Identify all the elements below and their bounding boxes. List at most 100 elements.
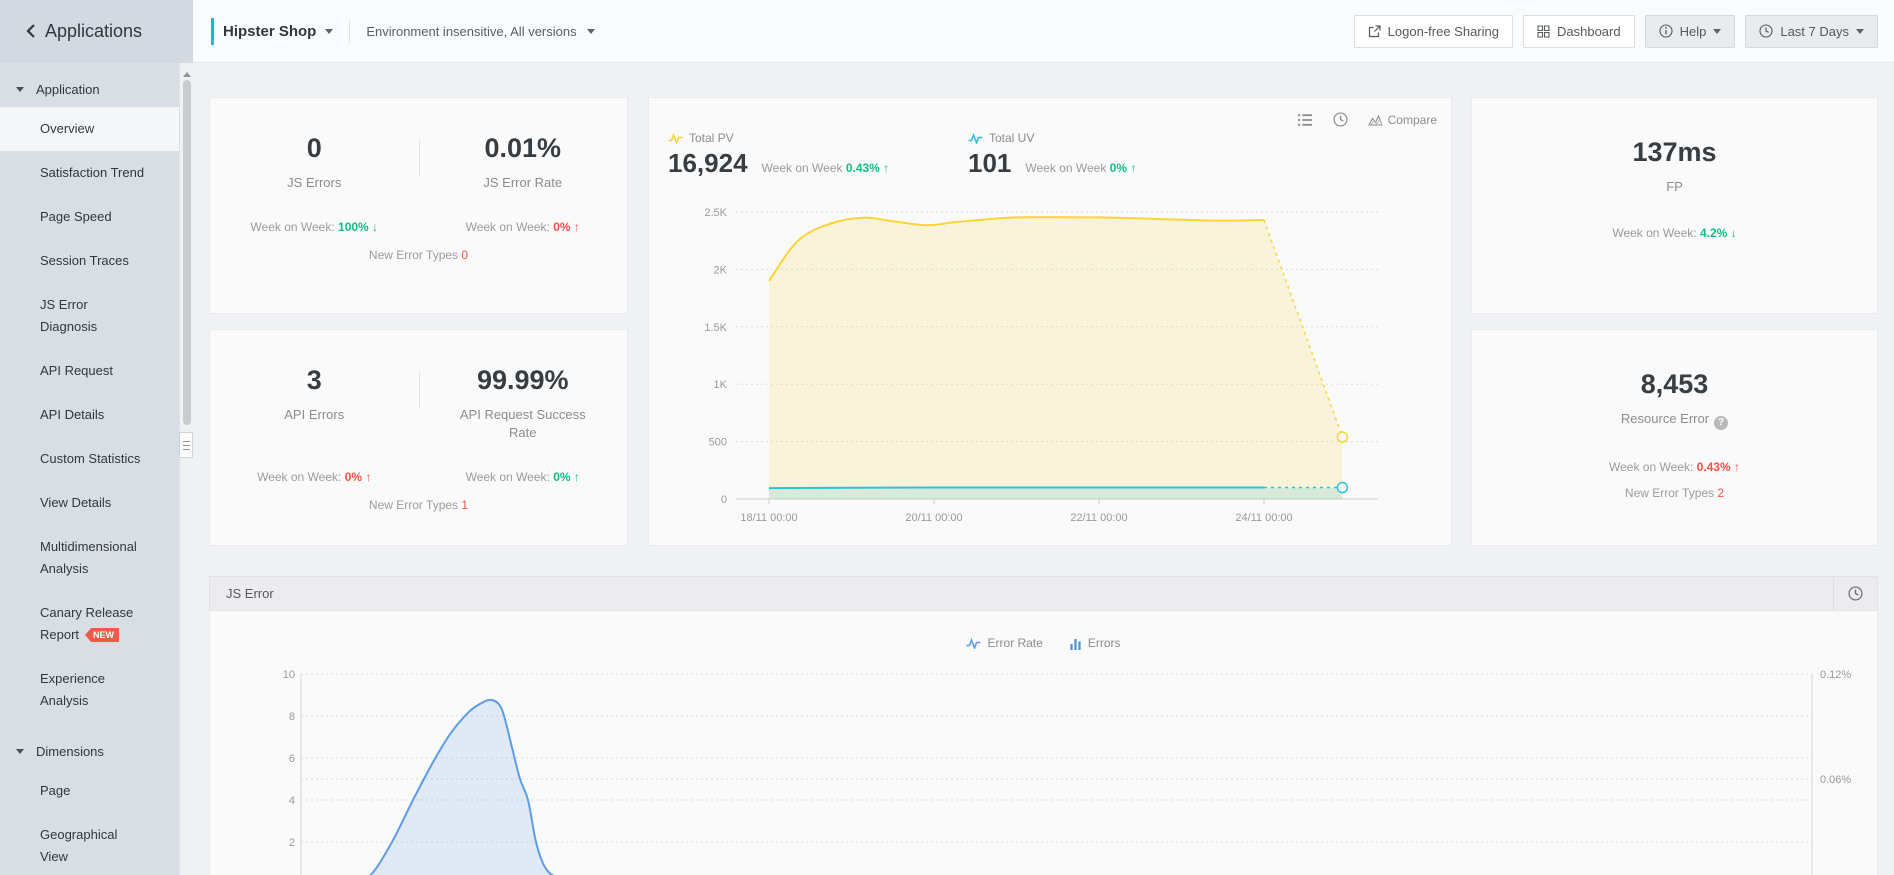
svg-text:2: 2 (289, 837, 295, 849)
scroll-up-arrow-icon[interactable] (182, 68, 191, 77)
total-pv-wow: Week on Week 0.43% ↑ (761, 161, 890, 175)
environment-select[interactable]: Environment insensitive, All versions (366, 23, 595, 39)
svg-text:4: 4 (289, 795, 295, 807)
sidebar-item-view-details[interactable]: View Details (0, 481, 179, 525)
environment-label: Environment insensitive, All versions (366, 23, 577, 39)
api-errors-card: 3 API Errors 99.99% API Request Success … (209, 329, 628, 546)
sidebar-item-geographical-view[interactable]: Geographical View (0, 813, 179, 875)
resource-error-wow: Week on Week: 0.43% ↑ (1609, 460, 1740, 474)
api-errors-wow: Week on Week: 0% ↑ (257, 470, 372, 484)
help-button[interactable]: Help (1644, 14, 1736, 48)
caret-down-icon (16, 87, 24, 96)
api-errors-label: API Errors (284, 407, 345, 422)
js-error-chart[interactable]: 10 8 6 4 2 0.12% 0.06% (210, 611, 1877, 875)
app-switcher[interactable]: Hipster Shop (223, 22, 334, 40)
uv-trend-icon (968, 132, 983, 144)
total-pv-value: 16,924 (668, 148, 748, 178)
dashboard-icon (1537, 24, 1550, 38)
svg-text:10: 10 (283, 669, 295, 681)
main-content: 0 JS Errors 0.01% JS Error Rate Week on … (193, 63, 1894, 875)
divider (418, 372, 420, 408)
total-uv-label: Total UV (989, 131, 1035, 145)
scrollbar-thumb[interactable] (183, 80, 191, 425)
sidebar-group-application[interactable]: Application (0, 71, 179, 107)
js-error-rate-wow: Week on Week: 0% ↑ (465, 220, 580, 234)
sidebar: Application Overview Satisfaction Trend Pag… (0, 63, 179, 875)
chart-legend: Error Rate Errors (210, 636, 1877, 650)
back-nav[interactable]: Applications (0, 0, 193, 63)
total-pv-stat: Total PV 16,924 Week on Week 0.43% ↑ (668, 131, 889, 179)
svg-text:22/11 00:00: 22/11 00:00 (1070, 512, 1127, 524)
sidebar-item-js-error-diagnosis[interactable]: JS Error Diagnosis (0, 283, 179, 349)
sidebar-item-overview[interactable]: Overview (0, 107, 179, 151)
app-root: Applications Hipster Shop Environment in… (0, 0, 1894, 875)
svg-text:6: 6 (289, 753, 295, 765)
resource-error-value: 8,453 (1640, 369, 1709, 399)
legend-errors[interactable]: Errors (1069, 636, 1121, 650)
sidebar-scrollbar[interactable] (179, 63, 193, 875)
svg-text:2.5K: 2.5K (704, 207, 727, 219)
accent-bar (211, 17, 214, 45)
svg-text:1K: 1K (714, 379, 728, 391)
js-errors-value: 0 (306, 133, 322, 163)
fp-wow: Week on Week: 4.2% ↓ (1612, 226, 1737, 240)
sidebar-item-api-request[interactable]: API Request (0, 349, 179, 393)
error-rate-icon (966, 637, 981, 649)
caret-down-icon (586, 28, 595, 38)
errors-bars-icon (1070, 638, 1081, 650)
sidebar-item-experience-analysis[interactable]: Experience Analysis (0, 657, 179, 723)
svg-text:2K: 2K (714, 264, 728, 276)
svg-text:18/11 00:00: 18/11 00:00 (740, 512, 797, 524)
logon-free-sharing-button[interactable]: Logon-free Sharing (1353, 14, 1513, 48)
external-link-icon (1368, 24, 1381, 37)
list-view-icon[interactable] (1297, 113, 1313, 127)
svg-text:0.12%: 0.12% (1820, 669, 1851, 681)
resource-new-error-types: New Error Types 2 (1624, 486, 1725, 500)
sidebar-item-session-traces[interactable]: Session Traces (0, 239, 179, 283)
caret-down-icon (1856, 28, 1864, 38)
sidebar-group-dimensions[interactable]: Dimensions (0, 733, 179, 769)
sidebar-collapse-handle[interactable] (179, 432, 193, 458)
svg-text:1.5K: 1.5K (704, 322, 727, 334)
sidebar-item-api-details[interactable]: API Details (0, 393, 179, 437)
sidebar-item-page-speed[interactable]: Page Speed (0, 195, 179, 239)
divider (418, 140, 420, 176)
question-icon[interactable]: ? (1714, 416, 1729, 430)
svg-text:0.06%: 0.06% (1820, 774, 1851, 786)
sidebar-item-satisfaction-trend[interactable]: Satisfaction Trend (0, 151, 179, 195)
back-chevron-icon (26, 24, 35, 38)
divider (349, 19, 351, 43)
clock-icon (1759, 24, 1773, 38)
sidebar-item-canary-release-report[interactable]: Canary Release Report NEW (0, 591, 179, 657)
total-uv-value: 101 (968, 148, 1012, 178)
topbar-actions: Logon-free Sharing Dashboard Help Last 7… (1353, 14, 1878, 48)
sidebar-item-custom-statistics[interactable]: Custom Statistics (0, 437, 179, 481)
fp-value: 137ms (1632, 137, 1717, 167)
fp-card: 137ms FP Week on Week: 4.2% ↓ (1471, 97, 1878, 314)
sidebar-item-multidimensional-analysis[interactable]: Multidimensional Analysis (0, 525, 179, 591)
legend-error-rate[interactable]: Error Rate (966, 636, 1043, 650)
js-error-panel-title: JS Error (226, 586, 274, 601)
back-label: Applications (45, 20, 143, 41)
app-name: Hipster Shop (223, 22, 317, 40)
api-success-rate-label: API Request Success Rate (459, 407, 586, 440)
api-new-error-types: New Error Types 1 (368, 498, 469, 512)
compare-button[interactable]: Compare (1367, 113, 1437, 127)
dashboard-button[interactable]: Dashboard (1522, 14, 1635, 48)
svg-text:24/11 00:00: 24/11 00:00 (1235, 512, 1292, 524)
api-success-rate-value: 99.99% (476, 365, 569, 395)
total-pv-label: Total PV (689, 131, 734, 145)
js-errors-label: JS Errors (287, 175, 342, 190)
time-range-button[interactable]: Last 7 Days (1745, 14, 1878, 48)
panel-history-button[interactable] (1833, 577, 1877, 610)
history-icon[interactable] (1333, 112, 1348, 127)
js-new-error-types: New Error Types 0 (368, 248, 469, 262)
js-error-panel-header: JS Error (209, 576, 1878, 611)
svg-text:0: 0 (721, 494, 727, 506)
js-error-rate-value: 0.01% (484, 133, 562, 163)
sidebar-item-page[interactable]: Page (0, 769, 179, 813)
svg-text:500: 500 (709, 437, 727, 449)
pv-trend-icon (668, 132, 683, 144)
total-uv-wow: Week on Week 0% ↑ (1025, 161, 1137, 175)
js-errors-card: 0 JS Errors 0.01% JS Error Rate Week on … (209, 97, 628, 314)
